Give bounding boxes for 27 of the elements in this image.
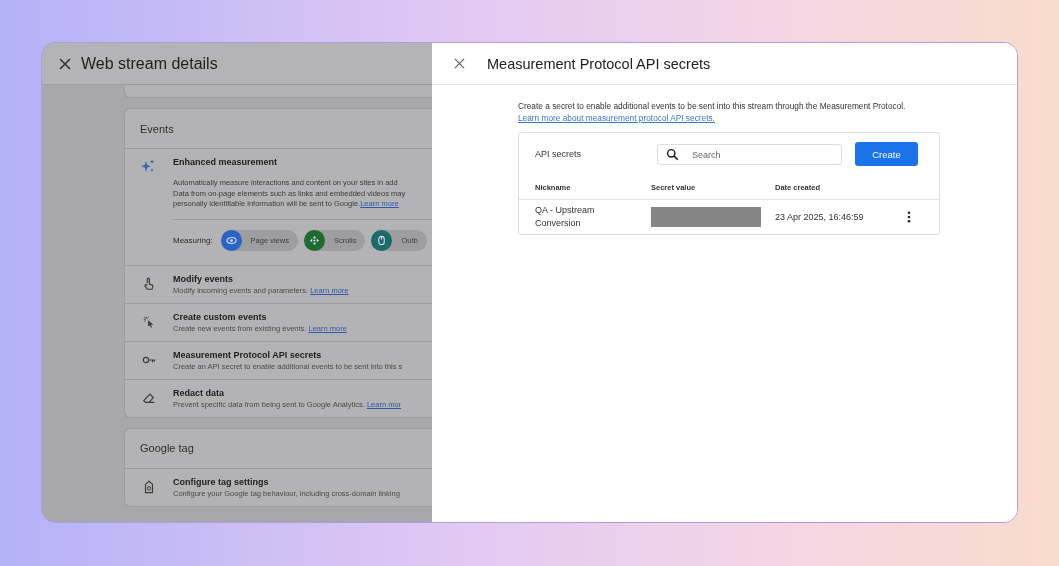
close-icon[interactable] <box>59 57 71 70</box>
sparkle-icon <box>140 158 156 174</box>
cursor-sparkle-icon <box>142 315 156 329</box>
page-title: Web stream details <box>81 54 218 73</box>
item-title: Configure tag settings <box>173 476 270 487</box>
item-title: Modify events <box>173 273 234 284</box>
table-cell-text: QA - Upstream Conversion <box>535 204 596 230</box>
learn-more-link[interactable]: Learn more about measurement protocol API secrets. <box>518 113 715 123</box>
card-heading: Google tag <box>140 442 194 454</box>
item-title: Enhanced measurement <box>173 157 279 167</box>
item-title: Create custom events <box>173 311 268 322</box>
search-field[interactable]: Search <box>657 144 842 165</box>
search-icon <box>666 147 679 161</box>
item-title: Redact data <box>173 387 226 398</box>
hand-icon <box>142 277 156 291</box>
measuring-label: Measuring: <box>173 235 213 245</box>
table-cell-text: 23 Apr 2025, 16:46:59 <box>775 212 865 222</box>
item-title: Measurement Protocol API secrets <box>173 349 323 360</box>
tag-icon <box>142 480 156 494</box>
panel-title: Measurement Protocol API secrets <box>487 55 711 72</box>
card-title: API secrets <box>535 149 582 159</box>
create-button[interactable]: Create <box>855 142 918 166</box>
more-icon[interactable] <box>907 211 911 223</box>
intro-text: Create a secret to enable additional events to be sent into this stream through the Measurement Protocol. <box>518 101 906 111</box>
close-icon[interactable] <box>454 58 465 69</box>
card-heading: Events <box>140 122 174 135</box>
eraser-icon <box>142 391 156 405</box>
